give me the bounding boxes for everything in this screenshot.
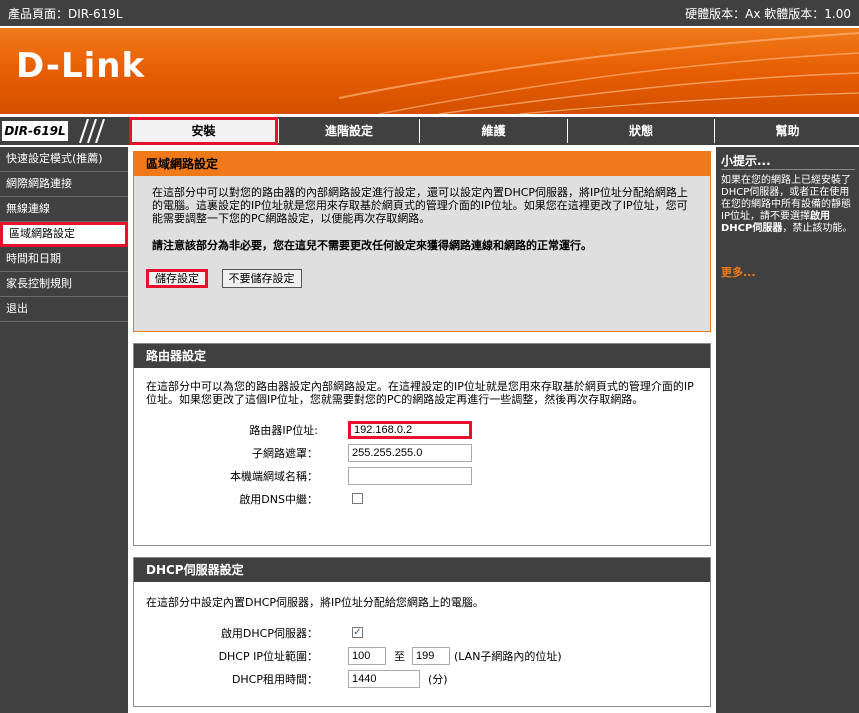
dhcp-description: 在這部分中設定內置DHCP伺服器，將IP位址分配給您網路上的電腦。: [146, 596, 484, 609]
dhcp-range-label: DHCP IP位址範圍：: [218, 650, 318, 663]
tab-setup[interactable]: 安裝: [129, 117, 278, 145]
router-ip-input[interactable]: [348, 421, 472, 439]
sidebar-item-wizard[interactable]: 快速設定模式(推薦): [0, 147, 128, 172]
router-settings-panel: 路由器設定 在這部分中可以為您的路由器設定內部網路設定。在這裡設定的IP位址就是…: [133, 343, 711, 546]
sidebar-item-time[interactable]: 時間和日期: [0, 247, 128, 272]
dhcp-lease-input[interactable]: [348, 670, 420, 688]
dhcp-range-end-input[interactable]: [412, 647, 450, 665]
sidebar: 快速設定模式(推薦) 網際網路連接 無線連線 區域網路設定 時間和日期 家長控制…: [0, 147, 128, 713]
sidebar-item-lan[interactable]: 區域網路設定: [0, 222, 128, 247]
sidebar-item-logout[interactable]: 退出: [0, 297, 128, 322]
tab-maintenance[interactable]: 維護: [419, 119, 567, 143]
header-banner: D-Link: [0, 28, 859, 114]
tips-divider: [721, 169, 855, 170]
dns-relay-checkbox[interactable]: [352, 493, 363, 504]
tips-title: 小提示...: [721, 154, 771, 168]
save-settings-button[interactable]: 儲存設定: [146, 269, 208, 288]
sidebar-item-internet[interactable]: 網際網路連接: [0, 172, 128, 197]
subnet-mask-label: 子網路遮罩：: [252, 447, 318, 460]
lan-notice: 請注意該部分為非必要，您在這兒不需要更改任何設定來獲得網路連線和網路的正常運行。: [152, 239, 592, 252]
lan-settings-title: 區域網路設定: [134, 152, 710, 176]
tab-help[interactable]: 幫助: [714, 119, 859, 143]
lan-settings-panel: 區域網路設定 在這部分中可以對您的路由器的內部網路設定進行設定，還可以設定內置D…: [133, 151, 711, 332]
dhcp-lease-unit: (分): [428, 673, 448, 686]
dhcp-server-panel: DHCP伺服器設定 在這部分中設定內置DHCP伺服器，將IP位址分配給您網路上的…: [133, 557, 711, 707]
tips-panel: 小提示... 如果在您的網路上已經安裝了DHCP伺服器，或者正在使用在您的網路中…: [716, 147, 859, 713]
dhcp-server-title: DHCP伺服器設定: [134, 558, 710, 582]
model-label: DIR-619L: [2, 121, 68, 141]
product-page-label: 產品頁面：DIR-619L: [8, 7, 123, 21]
main-navigation: DIR-619L 安裝 進階設定 維護 狀態 幫助: [0, 117, 859, 145]
sidebar-item-parental[interactable]: 家長控制規則: [0, 272, 128, 297]
dont-save-settings-button[interactable]: 不要儲存設定: [221, 269, 302, 288]
dns-relay-label: 啟用DNS中繼：: [239, 493, 318, 506]
dhcp-lease-label: DHCP租用時間：: [231, 673, 318, 686]
dhcp-range-note: (LAN子網路內的位址): [454, 650, 562, 663]
local-domain-input[interactable]: [348, 467, 472, 485]
dlink-logo: D-Link: [16, 46, 146, 86]
top-info-bar: 產品頁面：DIR-619L 硬體版本：Ax 軟體版本：1.00: [0, 0, 859, 26]
tips-body: 如果在您的網路上已經安裝了DHCP伺服器，或者正在使用在您的網路中所有設備的靜態…: [721, 175, 853, 234]
router-ip-label: 路由器IP位址:: [249, 424, 318, 437]
banner-decoration: [339, 32, 859, 114]
dhcp-enable-label: 啟用DHCP伺服器：: [220, 627, 318, 640]
lan-description: 在這部分中可以對您的路由器的內部網路設定進行設定，還可以設定內置DHCP伺服器，…: [152, 186, 688, 225]
subnet-mask-input[interactable]: [348, 444, 472, 462]
dhcp-range-to-label: 至: [394, 650, 405, 663]
local-domain-label: 本機端網域名稱：: [230, 470, 318, 483]
slashes-decoration-icon: [79, 119, 105, 143]
router-settings-title: 路由器設定: [134, 344, 710, 368]
tab-status[interactable]: 狀態: [567, 119, 714, 143]
dhcp-enable-checkbox[interactable]: ✓: [352, 627, 363, 638]
router-description: 在這部分中可以為您的路由器設定內部網路設定。在這裡設定的IP位址就是您用來存取基…: [146, 380, 694, 406]
sidebar-item-wireless[interactable]: 無線連線: [0, 197, 128, 222]
dhcp-range-start-input[interactable]: [348, 647, 386, 665]
version-label: 硬體版本：Ax 軟體版本：1.00: [685, 7, 851, 21]
tips-more-link[interactable]: 更多...: [721, 264, 756, 280]
tab-advanced[interactable]: 進階設定: [278, 119, 419, 143]
